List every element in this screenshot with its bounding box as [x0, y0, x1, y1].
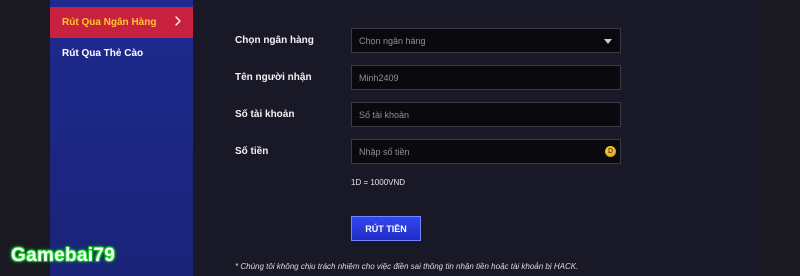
amount-field[interactable]	[351, 139, 621, 164]
recipient-name-field[interactable]	[351, 65, 621, 90]
bank-select-label: Chọn ngân hàng	[235, 35, 314, 46]
sidebar-item-bank-withdraw[interactable]: Rút Qua Ngân Hàng	[50, 7, 193, 38]
account-number-label: Số tài khoản	[235, 109, 295, 120]
coin-icon: D	[605, 146, 616, 157]
sidebar-item-card-withdraw[interactable]: Rút Qua Thẻ Cào	[50, 38, 193, 69]
sidebar-item-label: Rút Qua Ngân Hàng	[62, 17, 157, 28]
bank-select[interactable]: Chọn ngân hàng	[351, 28, 621, 53]
disclaimer-text: * Chúng tôi không chịu trách nhiệm cho v…	[235, 262, 579, 271]
exchange-rate-note: 1D = 1000VND	[351, 178, 406, 187]
amount-label: Số tiền	[235, 146, 269, 157]
account-number-field[interactable]	[351, 102, 621, 127]
site-watermark-logo: Gamebai79	[11, 245, 116, 266]
bank-select-value: Chọn ngân hàng	[359, 35, 426, 46]
sidebar-item-label: Rút Qua Thẻ Cào	[62, 48, 144, 59]
chevron-right-icon	[175, 16, 181, 26]
caret-down-icon	[604, 39, 612, 44]
right-gutter	[760, 0, 800, 276]
recipient-name-label: Tên người nhận	[235, 72, 312, 83]
withdraw-method-sidebar: Rút Qua Ngân Hàng Rút Qua Thẻ Cào	[50, 0, 193, 276]
left-gutter	[0, 0, 50, 276]
withdraw-submit-button[interactable]: RÚT TIỀN	[351, 216, 421, 241]
